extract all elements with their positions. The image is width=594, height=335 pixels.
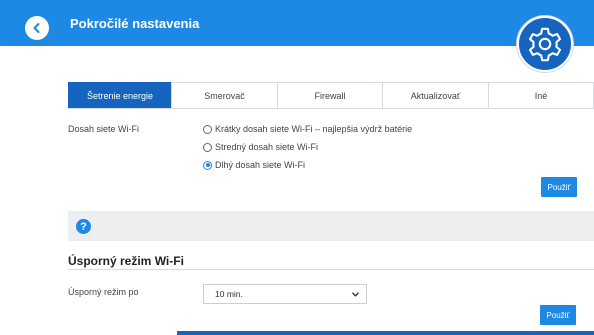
radio-button[interactable] [203,124,212,134]
help-bar: ? [68,211,594,241]
radio-button-checked[interactable] [203,160,212,170]
tab-update[interactable]: Aktualizovať [382,82,489,108]
chevron-down-icon [352,292,359,297]
page-title: Pokročilé nastavenia [70,16,200,31]
apply-range-button[interactable]: Použiť [541,177,577,197]
radio-label: Stredný dosah siete Wi-Fi [215,142,319,152]
chevron-left-icon [33,23,40,33]
settings-badge [517,16,573,72]
radio-short-range[interactable]: Krátky dosah siete Wi-Fi – najlepšia výd… [203,124,412,134]
apply-power-save-button[interactable]: Použiť [540,305,576,325]
tab-firewall[interactable]: Firewall [277,82,383,108]
select-value: 10 min. [215,289,243,299]
power-save-label: Úsporný režim po [68,287,139,297]
back-button[interactable] [25,16,49,40]
wifi-range-label: Dosah siete Wi-Fi [68,124,140,134]
bottom-accent-bar [177,331,594,335]
radio-label: Krátky dosah siete Wi-Fi – najlepšia výd… [215,124,413,134]
header-bar: Pokročilé nastavenia [0,0,594,46]
radio-long-range[interactable]: Dlhý dosah siete Wi-Fi [203,160,305,170]
settings-tabs: Šetrenie energie Smerovač Firewall Aktua… [68,82,594,109]
power-save-select[interactable]: 10 min. [203,284,367,304]
help-icon[interactable]: ? [76,219,91,234]
radio-label: Dlhý dosah siete Wi-Fi [215,160,306,170]
gear-icon [528,27,562,62]
tab-other[interactable]: Iné [488,82,594,108]
section-divider [68,269,594,270]
tab-power-saving[interactable]: Šetrenie energie [68,82,172,108]
section-title: Úsporný režim Wi-Fi [68,254,184,268]
radio-button[interactable] [203,142,212,152]
tab-router[interactable]: Smerovač [171,82,278,108]
radio-medium-range[interactable]: Stredný dosah siete Wi-Fi [203,142,318,152]
